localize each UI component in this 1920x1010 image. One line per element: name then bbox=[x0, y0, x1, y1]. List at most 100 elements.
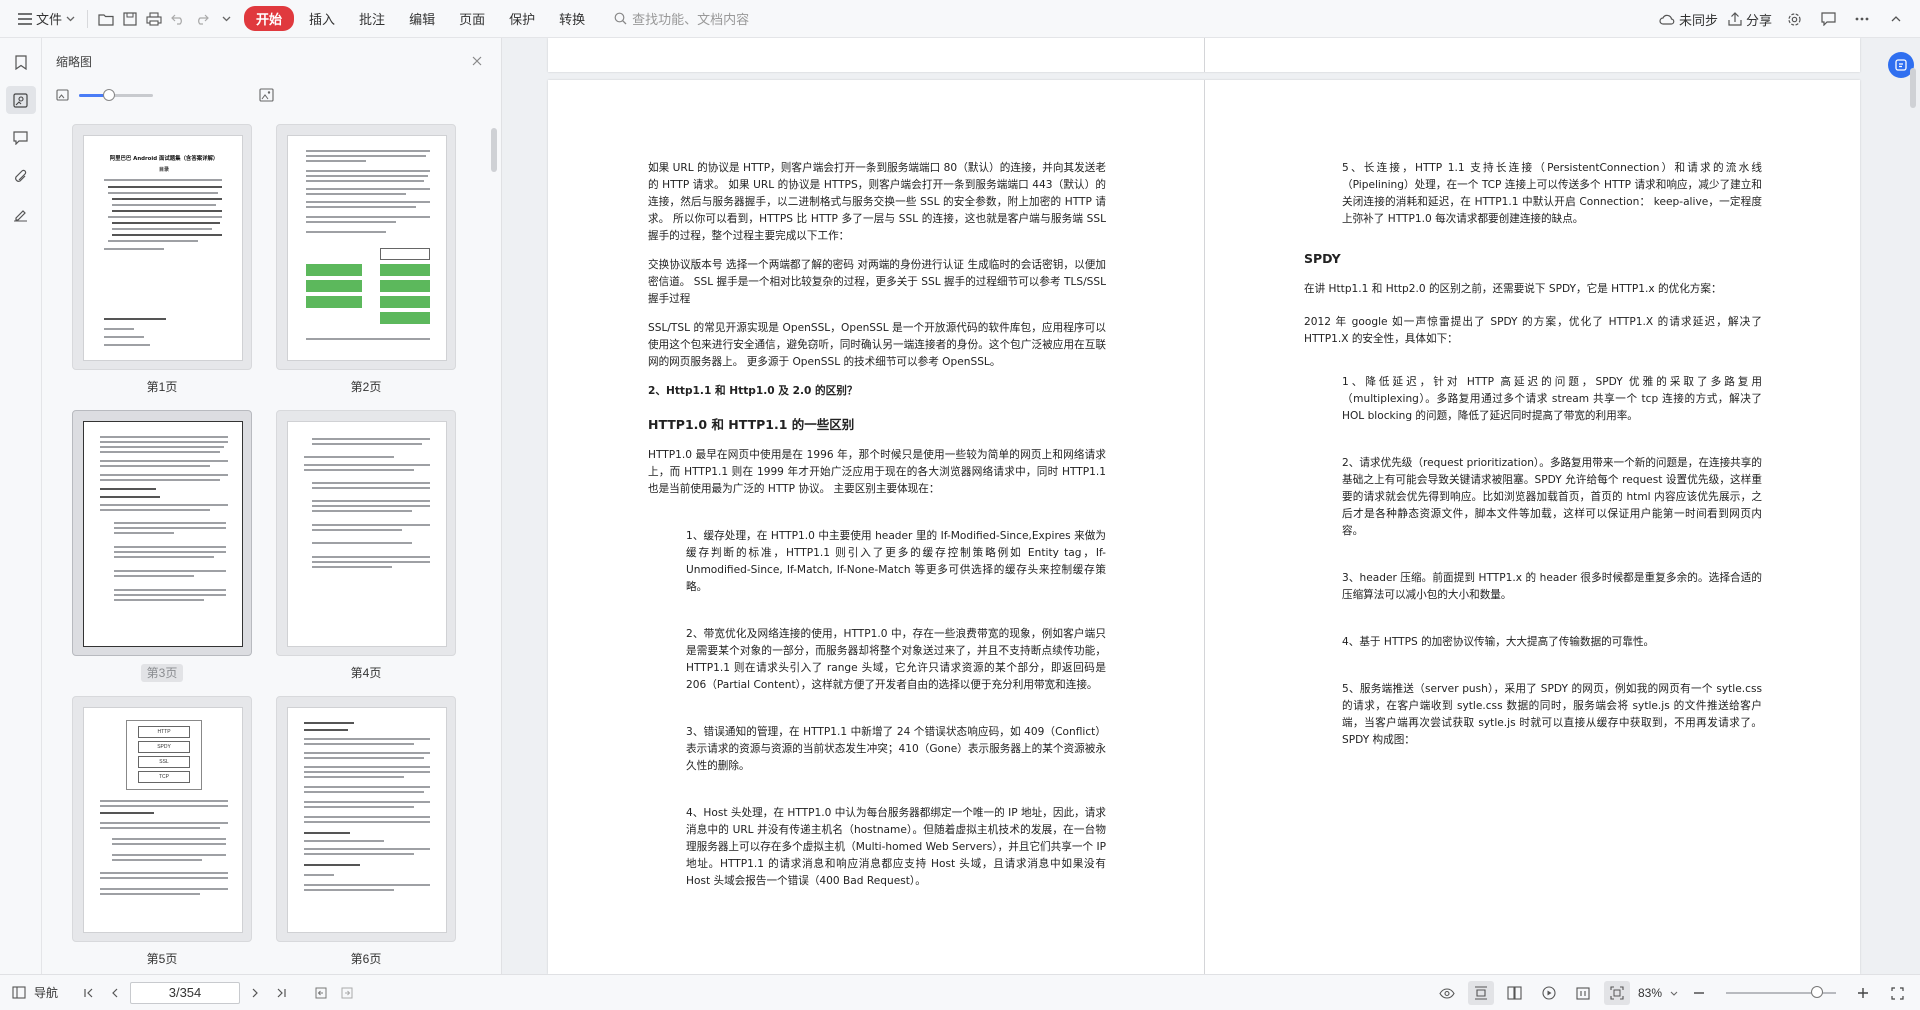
file-menu-button[interactable]: 文件 bbox=[12, 6, 81, 32]
thumbnail-page-3[interactable] bbox=[72, 410, 252, 656]
thumbnail-page-2-preview bbox=[287, 135, 447, 361]
thumbnail-page-5-label: 第5页 bbox=[146, 952, 178, 966]
comment-icon bbox=[13, 131, 28, 145]
left-page-content: 如果 URL 的协议是 HTTP，则客户端会打开一条到服务端端口 80（默认）的… bbox=[648, 160, 1106, 920]
chevron-down-icon[interactable] bbox=[1670, 991, 1678, 996]
actual-size-button[interactable] bbox=[1570, 981, 1596, 1005]
thumbnail-zoom-slider[interactable] bbox=[79, 88, 153, 101]
navigation-toggle-label[interactable]: 导航 bbox=[34, 984, 58, 1001]
back-arrow-icon bbox=[315, 987, 327, 998]
play-icon bbox=[1542, 986, 1556, 1000]
tab-convert[interactable]: 转换 bbox=[550, 5, 594, 32]
search-placeholder: 查找功能、文档内容 bbox=[632, 12, 750, 27]
settings-button[interactable] bbox=[1782, 7, 1806, 31]
ribbon-tabs: 开始 插入 批注 编辑 页面 保护 转换 bbox=[244, 5, 594, 32]
thumbnail-page-1[interactable]: 阿里巴巴 Android 面试题集（含答案详解） 目录 bbox=[72, 124, 252, 370]
assistant-icon bbox=[1895, 59, 1907, 71]
play-slideshow-button[interactable] bbox=[1536, 981, 1562, 1005]
bookmark-button[interactable] bbox=[6, 48, 36, 76]
paragraph: 如果 URL 的协议是 HTTP，则客户端会打开一条到服务端端口 80（默认）的… bbox=[648, 162, 1106, 242]
tab-protect[interactable]: 保护 bbox=[500, 5, 544, 32]
thumb-p5-box-ssl: SSL bbox=[138, 756, 190, 768]
tab-page[interactable]: 页面 bbox=[450, 5, 494, 32]
small-image-icon bbox=[56, 89, 69, 101]
next-page-button[interactable] bbox=[244, 982, 266, 1004]
paragraph: 在讲 Http1.1 和 Http2.0 的区别之前，还需要说下 SPDY，它是… bbox=[1304, 283, 1722, 295]
thumbnail-page-6[interactable] bbox=[276, 696, 456, 942]
previous-page-button[interactable] bbox=[104, 982, 126, 1004]
thumbnail-page-2[interactable] bbox=[276, 124, 456, 370]
comment-icon bbox=[1820, 12, 1836, 26]
close-thumbnail-panel-button[interactable] bbox=[467, 51, 487, 71]
paragraph: 2012 年 google 如一声惊雷提出了 SPDY 的方案，优化了 HTTP… bbox=[1304, 316, 1762, 345]
forward-button[interactable] bbox=[336, 982, 358, 1004]
thumbnail-zoom-knob[interactable] bbox=[102, 88, 115, 101]
tab-insert[interactable]: 插入 bbox=[300, 5, 344, 32]
search-box[interactable]: 查找功能、文档内容 bbox=[614, 9, 749, 28]
undo-icon bbox=[171, 14, 182, 25]
thumbnail-panel-title: 缩略图 bbox=[56, 54, 93, 69]
print-button[interactable] bbox=[142, 7, 166, 31]
thumbnail-button[interactable] bbox=[5, 86, 36, 114]
comment-panel-button[interactable] bbox=[1816, 7, 1840, 31]
thumbnail-page-1-label: 第1页 bbox=[146, 380, 178, 394]
fullscreen-button[interactable] bbox=[1884, 981, 1910, 1005]
attachments-button[interactable] bbox=[6, 162, 36, 190]
cloud-icon bbox=[1659, 14, 1675, 25]
thumbnail-page-3-label: 第3页 bbox=[72, 664, 252, 682]
thumbnail-page-6-preview bbox=[287, 707, 447, 933]
thumbnail-scrollbar[interactable] bbox=[491, 128, 497, 172]
sync-status-button[interactable]: 未同步 bbox=[1659, 10, 1718, 29]
first-page-button[interactable] bbox=[78, 982, 100, 1004]
fit-page-button[interactable] bbox=[1603, 981, 1630, 1005]
undo-button[interactable] bbox=[166, 7, 190, 31]
last-page-button[interactable] bbox=[270, 982, 292, 1004]
list-item: 5、服务端推送（server push），采用了 SPDY 的网页，例如我的网页… bbox=[1342, 683, 1762, 746]
share-button[interactable]: 分享 bbox=[1728, 10, 1772, 29]
two-page-view-button[interactable] bbox=[1502, 981, 1528, 1005]
sidebar-toggle-icon[interactable] bbox=[12, 986, 26, 999]
thumbnail-page-3-label-text: 第3页 bbox=[140, 664, 184, 682]
back-button[interactable] bbox=[310, 982, 332, 1004]
thumbnail-page-4-preview bbox=[287, 421, 447, 647]
open-folder-button[interactable] bbox=[94, 7, 118, 31]
folder-icon bbox=[98, 13, 114, 26]
chevron-up-icon bbox=[1891, 16, 1901, 22]
thumb-p5-box-http: HTTP bbox=[138, 726, 190, 738]
more-options-button[interactable] bbox=[1850, 7, 1874, 31]
large-image-icon bbox=[259, 88, 274, 102]
tab-start[interactable]: 开始 bbox=[244, 6, 295, 31]
zoom-in-button[interactable] bbox=[1850, 981, 1876, 1005]
chevron-right-icon bbox=[252, 988, 258, 997]
thumbnail-page-6-label: 第6页 bbox=[350, 952, 382, 966]
search-icon bbox=[614, 12, 627, 25]
left-tool-rail bbox=[0, 38, 42, 974]
eye-protection-button[interactable] bbox=[1434, 981, 1460, 1005]
previous-page-separator bbox=[1204, 38, 1205, 72]
list-item: 4、基于 HTTPS 的加密协议传输，大大提高了传输数据的可靠性。 bbox=[1342, 636, 1655, 648]
document-scrollbar[interactable] bbox=[1910, 68, 1916, 108]
comments-button[interactable] bbox=[6, 124, 36, 152]
thumbnail-page-4[interactable] bbox=[276, 410, 456, 656]
thumbnail-icon bbox=[13, 92, 28, 108]
redo-button[interactable] bbox=[190, 7, 214, 31]
thumbnail-page-5[interactable]: HTTP SPDY SSL TCP bbox=[72, 696, 252, 942]
zoom-slider[interactable] bbox=[1726, 986, 1836, 998]
page-number-input[interactable]: 3/354 bbox=[130, 981, 241, 1004]
tab-edit[interactable]: 编辑 bbox=[400, 5, 444, 32]
collapse-ribbon-button[interactable] bbox=[1884, 7, 1908, 31]
fit-page-icon bbox=[1610, 986, 1624, 1000]
zoom-out-button[interactable] bbox=[1686, 981, 1712, 1005]
save-button[interactable] bbox=[118, 7, 142, 31]
quick-access-dropdown[interactable] bbox=[214, 7, 238, 31]
share-icon bbox=[1728, 12, 1742, 26]
zoom-level-label[interactable]: 83% bbox=[1638, 986, 1662, 1000]
signature-button[interactable] bbox=[6, 200, 36, 228]
single-page-view-button[interactable] bbox=[1467, 981, 1494, 1005]
thumbnail-page-4-label: 第4页 bbox=[350, 666, 382, 680]
tab-annotate[interactable]: 批注 bbox=[350, 5, 394, 32]
paperclip-icon bbox=[14, 169, 26, 182]
zoom-slider-knob[interactable] bbox=[1811, 986, 1824, 998]
thumb-p5-box-spdy: SPDY bbox=[138, 741, 190, 753]
document-viewport[interactable]: 如果 URL 的协议是 HTTP，则客户端会打开一条到服务端端口 80（默认）的… bbox=[502, 38, 1920, 974]
